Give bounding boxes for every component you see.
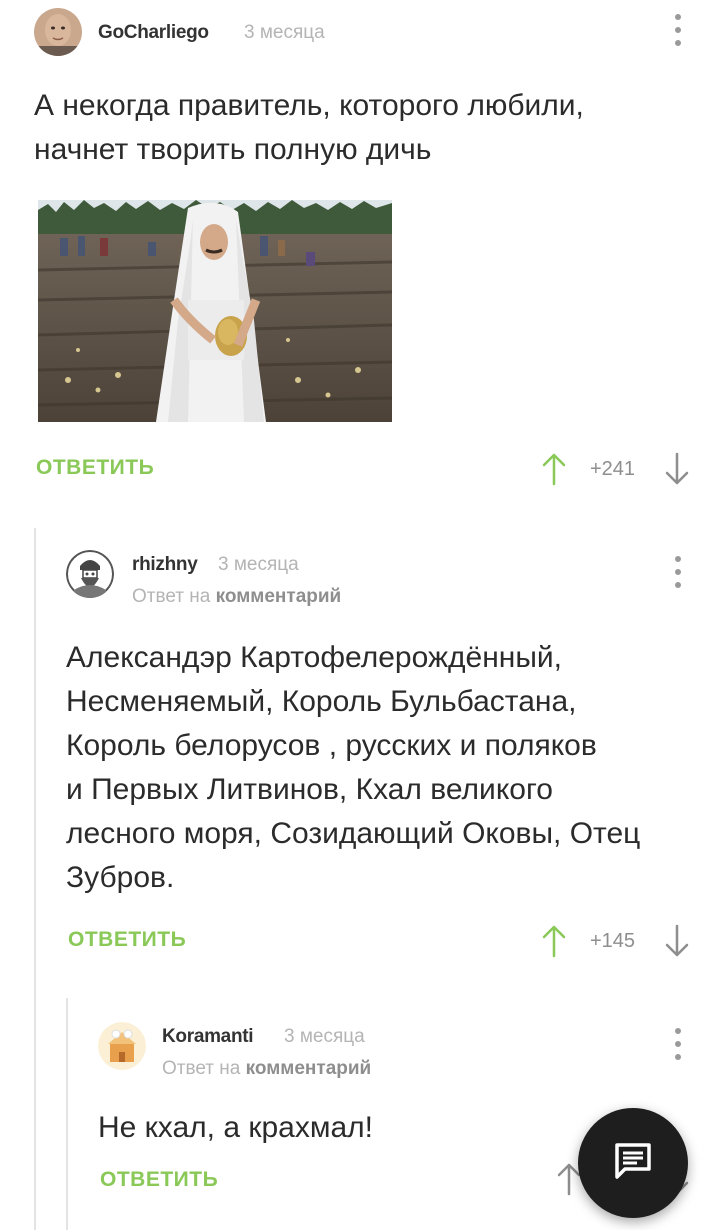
comment-text: Александэр Картофелерождённый, Несменяем…: [66, 636, 706, 900]
reply-button[interactable]: ОТВЕТИТЬ: [36, 456, 154, 480]
username[interactable]: rhizhny: [132, 554, 198, 576]
comment: rhizhny 3 месяца Ответ на комментарий Ал…: [0, 528, 720, 988]
chat-fab-button[interactable]: [578, 1108, 688, 1218]
comment-text-line: начнет творить полную дичь: [34, 133, 432, 166]
arrow-down-icon[interactable]: [664, 452, 690, 486]
avatar[interactable]: [66, 550, 114, 598]
comment-text-line: Король белорусов , русских и поляков: [66, 729, 597, 762]
comment-image[interactable]: [38, 200, 392, 422]
comment-text: Не кхал, а крахмал!: [98, 1106, 373, 1150]
reply-button[interactable]: ОТВЕТИТЬ: [68, 928, 186, 952]
kebab-menu-icon[interactable]: [668, 14, 688, 46]
username[interactable]: GoCharliego: [98, 22, 209, 44]
avatar[interactable]: [34, 8, 82, 56]
timestamp: 3 месяца: [244, 22, 325, 43]
reply-button[interactable]: ОТВЕТИТЬ: [100, 1168, 218, 1192]
kebab-menu-icon[interactable]: [668, 556, 688, 588]
comment-text: А некогда правитель, которого любили, на…: [34, 84, 584, 172]
reply-to: Ответ на комментарий: [162, 1058, 371, 1080]
arrow-up-icon[interactable]: [541, 924, 567, 958]
reply-to-prefix: Ответ на: [132, 586, 211, 607]
arrow-up-icon[interactable]: [541, 452, 567, 486]
comment-text-line: А некогда правитель, которого любили,: [34, 89, 584, 122]
comment-text-line: и Первых Литвинов, Кхал великого: [66, 773, 553, 806]
avatar[interactable]: [98, 1022, 146, 1070]
reply-to: Ответ на комментарий: [132, 586, 341, 608]
comment: GoCharliego 3 месяца А некогда правитель…: [0, 0, 720, 500]
reply-to-link[interactable]: комментарий: [216, 586, 342, 607]
arrow-down-icon[interactable]: [664, 924, 690, 958]
score: +241: [590, 458, 636, 480]
username[interactable]: Koramanti: [162, 1026, 254, 1048]
timestamp: 3 месяца: [218, 554, 299, 575]
comment-text-line: Зубров.: [66, 861, 175, 894]
comment-text-line: лесного моря, Созидающий Оковы, Отец: [66, 817, 641, 850]
comment-text-line: Несменяемый, Король Бульбастана,: [66, 685, 577, 718]
score: +145: [590, 930, 636, 952]
reply-to-prefix: Ответ на: [162, 1058, 241, 1079]
timestamp: 3 месяца: [284, 1026, 365, 1047]
chat-icon: [611, 1139, 655, 1188]
reply-to-link[interactable]: комментарий: [246, 1058, 372, 1079]
kebab-menu-icon[interactable]: [668, 1028, 688, 1060]
comment-text-line: Александэр Картофелерождённый,: [66, 641, 562, 674]
comment-text-line: Не кхал, а крахмал!: [98, 1111, 373, 1144]
